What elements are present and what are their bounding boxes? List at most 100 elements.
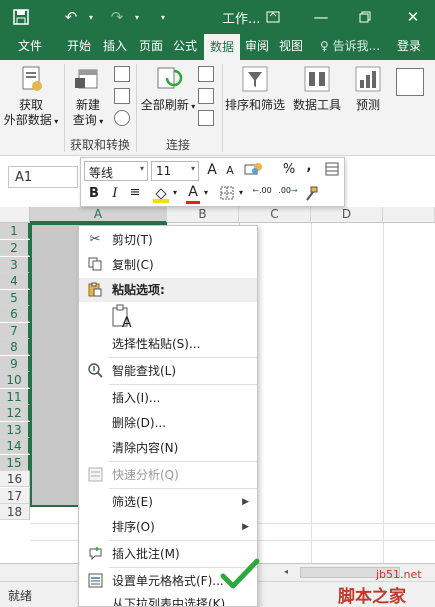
- name-box[interactable]: A1: [8, 166, 78, 188]
- tell-me-search[interactable]: ♀ 告诉我...: [314, 34, 386, 60]
- borders-icon[interactable]: [219, 186, 235, 204]
- font-size-field[interactable]: 11 ▾: [151, 161, 199, 181]
- column-header-c[interactable]: C: [239, 207, 311, 223]
- menu-item-pick-from-dropdown[interactable]: 从下拉列表中选择(K)...: [79, 592, 257, 606]
- restore-icon[interactable]: [354, 6, 376, 28]
- tab-data[interactable]: 数据: [204, 34, 240, 60]
- menu-item-paste-special[interactable]: 选择性粘贴(S)...: [79, 332, 257, 356]
- row-header[interactable]: 15: [0, 454, 30, 471]
- new-query-button[interactable]: 新建 查询 ▾: [66, 64, 110, 129]
- close-icon[interactable]: ✕: [402, 6, 424, 28]
- edit-links-icon[interactable]: [198, 110, 214, 126]
- format-painter-top-icon[interactable]: [324, 161, 340, 181]
- customize-toolbar-icon[interactable]: ▾: [152, 6, 174, 28]
- data-tools-button[interactable]: 数据工具: [290, 64, 344, 113]
- row-header[interactable]: 13: [0, 421, 30, 438]
- increase-decimal-label: .00: [258, 186, 272, 195]
- column-header-e[interactable]: [383, 207, 435, 223]
- font-name-field[interactable]: 等线 ▾: [84, 161, 148, 181]
- menu-item-label: 插入(I)...: [112, 391, 161, 405]
- menu-item-quick-analysis[interactable]: 快速分析(Q): [79, 463, 257, 487]
- comma-button[interactable]: ,: [303, 159, 315, 174]
- properties-icon[interactable]: [198, 88, 214, 104]
- column-header-a[interactable]: A: [30, 207, 167, 223]
- fill-color-dropdown-icon[interactable]: ▾: [171, 188, 179, 197]
- font-color-icon[interactable]: A: [185, 184, 201, 204]
- decrease-decimal-button[interactable]: .00→: [277, 186, 299, 195]
- row-header[interactable]: 8: [0, 339, 30, 356]
- menu-item-smart-lookup[interactable]: 智能查找(L): [79, 359, 257, 383]
- borders-dropdown-icon[interactable]: ▾: [237, 188, 245, 197]
- menu-item-label: 插入批注(M): [112, 547, 180, 561]
- forecast-button[interactable]: 预测: [350, 64, 386, 113]
- undo-icon[interactable]: ↶: [60, 6, 82, 28]
- row-header[interactable]: 10: [0, 372, 30, 389]
- menu-item-insert[interactable]: 插入(I)...: [79, 386, 257, 410]
- row-header[interactable]: 17: [0, 487, 30, 504]
- row-header[interactable]: 5: [0, 289, 30, 306]
- get-external-data-button[interactable]: 获取 外部数据 ▾: [2, 64, 60, 129]
- font-color-dropdown-icon[interactable]: ▾: [202, 188, 210, 197]
- column-header-b[interactable]: B: [167, 207, 239, 223]
- fill-color-icon[interactable]: [151, 185, 171, 207]
- percent-button[interactable]: %: [282, 162, 296, 177]
- tab-formulas[interactable]: 公式: [168, 34, 202, 60]
- outline-icon[interactable]: [396, 68, 424, 96]
- tab-insert[interactable]: 插入: [98, 34, 132, 60]
- row-header[interactable]: 11: [0, 388, 30, 405]
- show-queries-icon[interactable]: [114, 66, 130, 82]
- menu-item-delete[interactable]: 删除(D)...: [79, 411, 257, 435]
- refresh-all-button[interactable]: 全部刷新 ▾: [140, 64, 196, 114]
- column-header-d[interactable]: D: [311, 207, 383, 223]
- bold-button[interactable]: B: [87, 186, 101, 201]
- menu-item-filter[interactable]: 筛选(E) ▶: [79, 490, 257, 514]
- connections-icon[interactable]: [198, 66, 214, 82]
- row-header[interactable]: 16: [0, 471, 30, 488]
- tab-page-layout[interactable]: 页面: [134, 34, 168, 60]
- italic-button[interactable]: I: [109, 186, 121, 201]
- grow-font-button[interactable]: A: [205, 162, 219, 178]
- paste-option-button[interactable]: A: [111, 304, 137, 331]
- from-table-icon[interactable]: [114, 88, 130, 104]
- menu-item-copy[interactable]: 复制(C): [79, 253, 257, 277]
- row-header[interactable]: 9: [0, 355, 30, 372]
- tab-review[interactable]: 审阅: [240, 34, 274, 60]
- shrink-font-button[interactable]: A: [224, 164, 236, 177]
- sort-filter-button[interactable]: 排序和筛选: [224, 64, 286, 113]
- row-header[interactable]: 2: [0, 240, 30, 257]
- paste-icon: A: [112, 304, 132, 331]
- quick-analysis-icon: [87, 467, 103, 483]
- increase-decimal-button[interactable]: ←.00: [251, 186, 273, 195]
- ribbon-separator: [136, 64, 137, 152]
- filter-icon: [242, 66, 268, 92]
- select-all-corner[interactable]: [0, 207, 30, 223]
- row-header[interactable]: 14: [0, 438, 30, 455]
- menu-item-cut[interactable]: ✂ 剪切(T): [79, 228, 257, 252]
- row-header[interactable]: 7: [0, 322, 30, 339]
- undo-dropdown-icon[interactable]: ▾: [80, 6, 102, 28]
- row-header[interactable]: 1: [0, 223, 30, 240]
- row-header[interactable]: 12: [0, 405, 30, 422]
- sign-in-link[interactable]: 登录: [392, 34, 426, 60]
- window-title: 工作...: [222, 12, 261, 27]
- number-format-icon[interactable]: [243, 161, 265, 181]
- format-painter-icon[interactable]: [303, 186, 319, 206]
- menu-item-clear-contents[interactable]: 清除内容(N): [79, 436, 257, 460]
- recent-sources-icon[interactable]: [114, 110, 130, 126]
- tab-file[interactable]: 文件: [12, 34, 48, 60]
- sheet-scroll-left-icon[interactable]: ◂: [284, 567, 288, 576]
- redo-dropdown-icon[interactable]: ▾: [126, 6, 148, 28]
- submenu-arrow-icon: ▶: [242, 522, 249, 532]
- ribbon-display-icon[interactable]: [262, 6, 284, 28]
- align-center-button[interactable]: ≡: [127, 185, 143, 200]
- row-header[interactable]: 6: [0, 306, 30, 323]
- row-header[interactable]: 3: [0, 256, 30, 273]
- row-header[interactable]: 4: [0, 273, 30, 290]
- tab-view[interactable]: 视图: [274, 34, 308, 60]
- save-icon[interactable]: [10, 6, 32, 28]
- row-header[interactable]: 18: [0, 504, 30, 521]
- tab-home[interactable]: 开始: [62, 34, 96, 60]
- menu-item-sort[interactable]: 排序(O) ▶: [79, 515, 257, 539]
- minimize-icon[interactable]: —: [310, 6, 332, 28]
- redo-icon[interactable]: ↷: [106, 6, 128, 28]
